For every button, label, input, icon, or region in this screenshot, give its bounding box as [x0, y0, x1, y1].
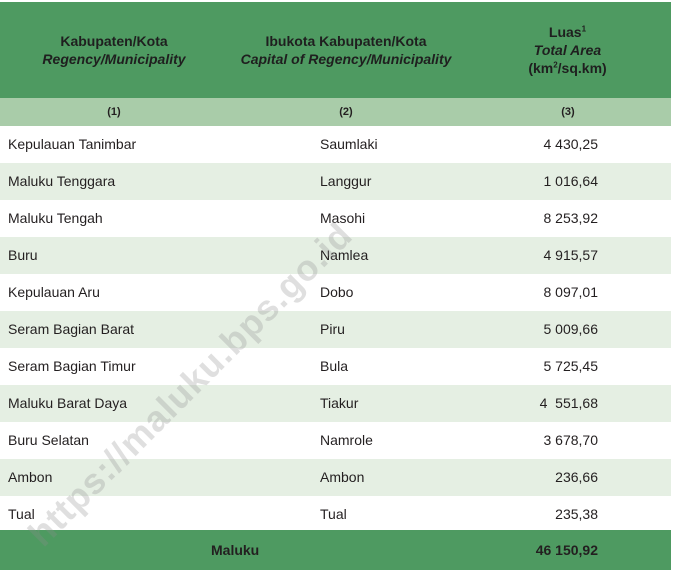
capital-cell: Tiakur — [320, 395, 359, 411]
column-number-3: (3) — [561, 106, 575, 118]
area-cell: 1 016,64 — [543, 173, 599, 189]
capital-cell: Dobo — [320, 284, 354, 300]
regency-cell: Tual — [8, 506, 35, 522]
capital-cell: Namlea — [320, 247, 369, 263]
area-cell: 5 725,45 — [543, 358, 599, 374]
capital-cell: Ambon — [320, 469, 365, 485]
capital-cell: Tual — [320, 506, 347, 522]
regency-cell: Maluku Tengah — [8, 210, 103, 226]
area-cell: 8 097,01 — [543, 284, 599, 300]
total-value: 46 150,92 — [535, 542, 598, 558]
header-area-unit: (km2/sq.km) — [528, 60, 607, 76]
area-cell: 4 551,68 — [539, 395, 598, 411]
header-regency-label: Kabupaten/Kota — [60, 33, 168, 49]
area-cell: 3 678,70 — [543, 432, 599, 448]
regency-cell: Ambon — [8, 469, 53, 485]
header-area: Luas1 Total Area (km2/sq.km) — [464, 2, 671, 98]
header-regency-label-en: Regency/Municipality — [42, 51, 186, 67]
total-row: Maluku 46 150,92 — [0, 530, 671, 570]
table-row: Buru Namlea 4 915,57 — [0, 237, 671, 274]
area-cell: 236,66 — [555, 469, 598, 485]
header-capital-label-en: Capital of Regency/Municipality — [240, 51, 452, 67]
capital-cell: Namrole — [320, 432, 373, 448]
capital-cell: Masohi — [320, 210, 366, 226]
regency-cell: Seram Bagian Timur — [8, 358, 136, 374]
table-row: Buru Selatan Namrole 3 678,70 — [0, 422, 671, 459]
table-row: Maluku Tengah Masohi 8 253,92 — [0, 200, 671, 237]
table-row: Kepulauan Tanimbar Saumlaki 4 430,25 — [0, 126, 671, 163]
table-row: Kepulauan Aru Dobo 8 097,01 — [0, 274, 671, 311]
area-cell: 4 915,57 — [543, 247, 599, 263]
header-regency: Kabupaten/Kota Regency/Municipality — [0, 2, 228, 98]
column-number-1: (1) — [107, 106, 121, 118]
area-table: Kabupaten/Kota Regency/Municipality Ibuk… — [0, 0, 673, 572]
capital-cell: Bula — [320, 358, 349, 374]
column-number-row: (1) (2) (3) — [0, 98, 671, 126]
header-capital-label: Ibukota Kabupaten/Kota — [265, 33, 427, 49]
table-row: Seram Bagian Timur Bula 5 725,45 — [0, 348, 671, 385]
regency-cell: Kepulauan Tanimbar — [8, 136, 137, 152]
area-cell: 4 430,25 — [543, 136, 599, 152]
column-number-2: (2) — [339, 106, 353, 118]
regency-cell: Maluku Barat Daya — [8, 395, 128, 411]
header-area-label-en: Total Area — [533, 42, 602, 58]
footnote-marker: 1 — [581, 24, 587, 34]
table-row: Seram Bagian Barat Piru 5 009,66 — [0, 311, 671, 348]
total-label: Maluku — [211, 542, 260, 558]
capital-cell: Langgur — [320, 173, 372, 189]
regency-cell: Buru Selatan — [8, 432, 89, 448]
regency-cell: Seram Bagian Barat — [8, 321, 135, 337]
table-header: Kabupaten/Kota Regency/Municipality Ibuk… — [0, 2, 671, 98]
regency-cell: Buru — [8, 247, 38, 263]
table-row: Ambon Ambon 236,66 — [0, 459, 671, 496]
capital-cell: Piru — [320, 321, 345, 337]
table-row: Tual Tual 235,38 — [0, 496, 671, 530]
capital-cell: Saumlaki — [320, 136, 378, 152]
regency-cell: Maluku Tenggara — [8, 173, 116, 189]
header-capital: Ibukota Kabupaten/Kota Capital of Regenc… — [228, 2, 464, 98]
table-row: Maluku Tenggara Langgur 1 016,64 — [0, 163, 671, 200]
header-area-label: Luas1 — [548, 24, 587, 40]
area-cell: 8 253,92 — [543, 210, 599, 226]
area-cell: 5 009,66 — [543, 321, 599, 337]
regency-cell: Kepulauan Aru — [8, 284, 100, 300]
table-row: Maluku Barat Daya Tiakur 4 551,68 — [0, 385, 671, 422]
area-cell: 235,38 — [555, 506, 598, 522]
